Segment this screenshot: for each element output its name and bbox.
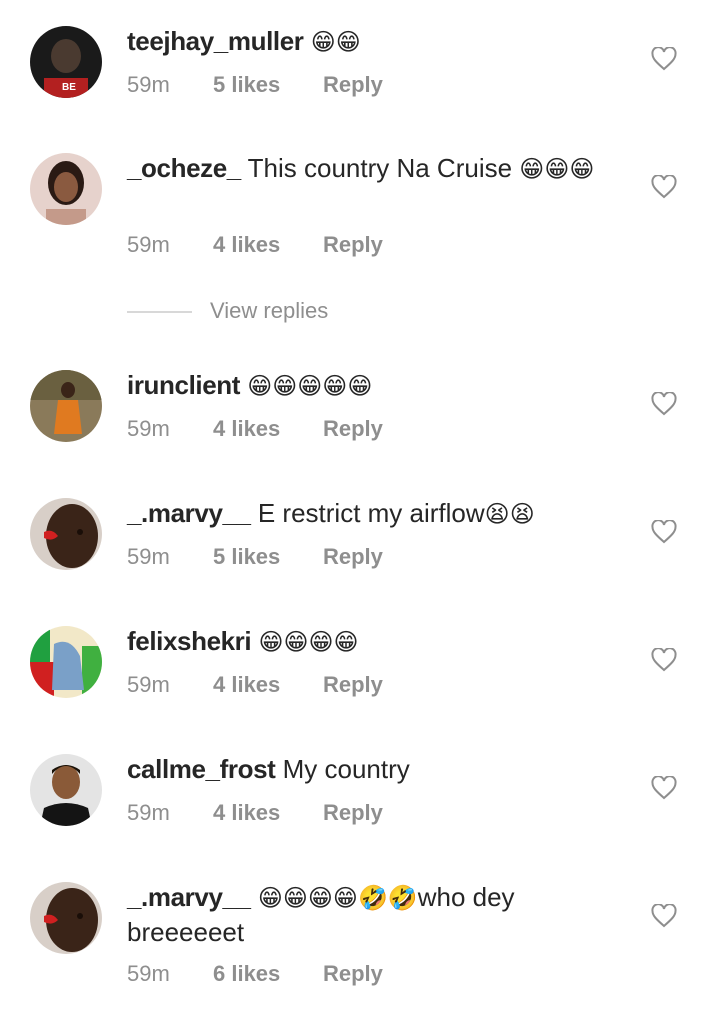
avatar-face-paint-icon [30,498,102,570]
reply-button[interactable]: Reply [323,72,383,98]
comment-emoji: 😁😁😁😁🤣🤣 [257,884,418,912]
avatar[interactable] [30,882,102,954]
comment-likes[interactable]: 5 likes [213,544,280,570]
svg-text:BE: BE [62,82,76,93]
reply-button[interactable]: Reply [323,961,383,987]
comment-username[interactable]: irunclient [127,370,240,400]
avatar-face-paint-icon [30,882,102,954]
avatar[interactable] [30,754,102,826]
comment-emoji: 😁😁 [310,28,361,56]
avatar[interactable] [30,153,102,225]
comment-emoji: 😁😁😁😁 [258,628,359,656]
heart-icon[interactable] [651,175,677,199]
comment-time: 59m [127,800,170,825]
avatar-boxer-icon: BE [30,26,102,98]
comment-time: 59m [127,961,170,986]
avatar-orange-outfit-icon [30,370,102,442]
comment-likes[interactable]: 4 likes [213,672,280,698]
heart-icon[interactable] [651,648,677,672]
avatar[interactable]: BE [30,26,102,98]
comment-time: 59m [127,544,170,569]
comment-username[interactable]: felixshekri [127,626,252,656]
heart-icon[interactable] [651,47,677,71]
reply-button[interactable]: Reply [323,544,383,570]
comment-time: 59m [127,416,170,441]
heart-icon[interactable] [651,392,677,416]
comment-likes[interactable]: 4 likes [213,800,280,826]
comment-text: My country [282,754,410,784]
comment-username[interactable]: _ocheze_ [127,153,241,183]
avatar[interactable] [30,370,102,442]
comment-emoji: 😁😁😁😁😁 [247,372,373,400]
avatar[interactable] [30,498,102,570]
comment-text: E restrict my airflow [257,498,485,528]
avatar-man-icon [30,754,102,826]
comment-text: This country Na Cruise [247,153,513,183]
comment-username[interactable]: callme_frost [127,754,276,784]
reply-button[interactable]: Reply [323,800,383,826]
comment-username[interactable]: _.marvy__ [127,882,251,912]
comment-likes[interactable]: 6 likes [213,961,280,987]
view-replies-divider [127,311,192,313]
comment-likes[interactable]: 5 likes [213,72,280,98]
comment-username[interactable]: teejhay_muller [127,26,304,56]
reply-button[interactable]: Reply [323,416,383,442]
comment-emoji: 😁😁😁 [519,155,595,183]
reply-button[interactable]: Reply [323,232,383,258]
comment-time: 59m [127,672,170,697]
comment-emoji: 😫😫 [484,500,535,528]
comment-username[interactable]: _.marvy__ [127,498,251,528]
avatar-colorful-art-icon [30,626,102,698]
reply-button[interactable]: Reply [323,672,383,698]
view-replies-label: View replies [210,298,329,323]
avatar-woman-icon [30,153,102,225]
comment-likes[interactable]: 4 likes [213,232,280,258]
comment-time: 59m [127,72,170,97]
heart-icon[interactable] [651,904,677,928]
heart-icon[interactable] [651,776,677,800]
heart-icon[interactable] [651,520,677,544]
avatar[interactable] [30,626,102,698]
comment-time: 59m [127,232,170,257]
comment-likes[interactable]: 4 likes [213,416,280,442]
